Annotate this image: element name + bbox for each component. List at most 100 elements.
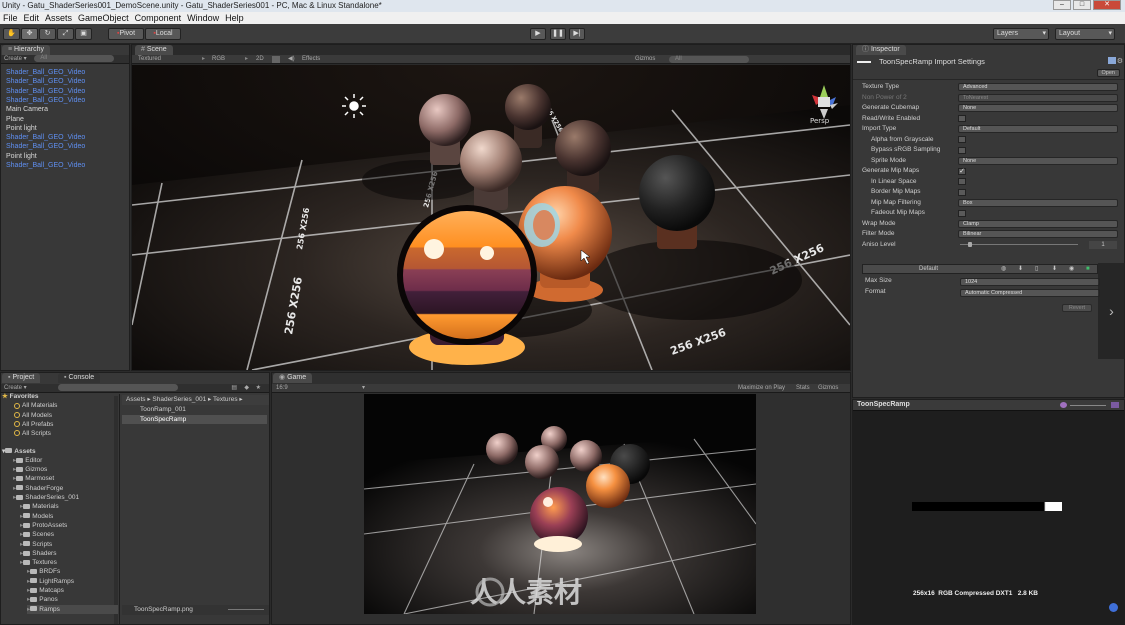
- render-mode-dropdown[interactable]: RGB: [212, 55, 225, 64]
- folder-item[interactable]: ▸ BRDFs: [27, 567, 60, 576]
- layers-dropdown[interactable]: Layers ▾: [993, 28, 1049, 40]
- tab-hierarchy[interactable]: ≡ Hierarchy: [2, 45, 50, 55]
- maximize-button[interactable]: □: [1073, 0, 1091, 10]
- hierarchy-create-button[interactable]: Create: [1, 56, 22, 62]
- tab-inspector[interactable]: ⓘ Inspector: [856, 45, 906, 55]
- folder-item[interactable]: ▸ LightRamps: [27, 577, 74, 586]
- asset-file-item[interactable]: ToonSpecRamp: [122, 414, 267, 424]
- folder-item[interactable]: ▸ Scenes: [20, 530, 54, 539]
- help-icon[interactable]: [1108, 57, 1116, 64]
- open-button[interactable]: Open: [1096, 69, 1120, 77]
- menu-window[interactable]: Window: [184, 12, 222, 24]
- play-button[interactable]: ▶: [530, 28, 546, 40]
- hierarchy-item[interactable]: Shader_Ball_GEO_Video: [6, 161, 85, 170]
- tab-game[interactable]: ◉ Game: [273, 373, 313, 383]
- settings-gear-icon[interactable]: ⚙: [1117, 57, 1123, 65]
- tab-default-platform[interactable]: Default: [919, 265, 938, 274]
- tree-scrollbar[interactable]: [114, 396, 118, 624]
- hierarchy-item[interactable]: Point light: [6, 152, 37, 161]
- inspector-dropdown[interactable]: None: [958, 156, 1118, 165]
- tab-console[interactable]: ▪ Console: [58, 373, 101, 383]
- project-search-input[interactable]: [58, 384, 179, 391]
- filter-label-icon[interactable]: ◆: [244, 384, 249, 393]
- inspector-dropdown[interactable]: Default: [958, 125, 1118, 133]
- hierarchy-item[interactable]: Point light: [6, 124, 37, 133]
- asset-label-icon[interactable]: [1109, 603, 1118, 612]
- mip-icon[interactable]: [1111, 402, 1119, 408]
- local-toggle[interactable]: ▪Local: [145, 28, 181, 40]
- aspect-dropdown[interactable]: 16:9: [276, 384, 288, 393]
- icon-size-slider[interactable]: [228, 609, 264, 610]
- pause-button[interactable]: ❚❚: [550, 28, 566, 40]
- folder-item[interactable]: ▸ Editor: [13, 456, 42, 465]
- hierarchy-item[interactable]: Shader_Ball_GEO_Video: [6, 87, 85, 96]
- folder-item[interactable]: ▸ ShaderSeries_001: [13, 493, 79, 502]
- breadcrumb-item-textures[interactable]: Textures: [213, 396, 238, 403]
- inspector-checkbox[interactable]: ✓: [958, 167, 966, 175]
- inspector-dropdown[interactable]: ToNearest: [958, 93, 1118, 102]
- channel-toggle-icon[interactable]: [1060, 402, 1067, 408]
- menu-component[interactable]: Component: [132, 12, 185, 24]
- folder-item[interactable]: ▸ Shaders: [20, 549, 56, 558]
- inspector-dropdown[interactable]: None: [958, 104, 1118, 112]
- game-viewport[interactable]: 人人素材: [364, 394, 756, 614]
- hierarchy-item[interactable]: Shader_Ball_GEO_Video: [6, 96, 85, 105]
- menu-file[interactable]: File: [0, 12, 21, 24]
- hierarchy-item[interactable]: Shader_Ball_GEO_Video: [6, 77, 85, 86]
- asset-file-item[interactable]: ToonRamp_001: [122, 405, 267, 414]
- inspector-checkbox[interactable]: [958, 115, 966, 122]
- project-create-button[interactable]: Create: [1, 385, 22, 391]
- slider-thumb[interactable]: [968, 241, 972, 247]
- folder-item[interactable]: ▸ Gizmos: [13, 465, 47, 474]
- folder-item[interactable]: ▸ Ramps: [27, 604, 118, 614]
- lighting-toggle-icon[interactable]: [272, 56, 280, 63]
- breadcrumb-item-assets[interactable]: Assets: [126, 396, 146, 403]
- inspector-dropdown[interactable]: Bilinear: [958, 230, 1118, 238]
- standalone-platform-icon[interactable]: ⬇: [1018, 265, 1023, 274]
- flash-platform-icon[interactable]: ◉: [1069, 265, 1074, 274]
- rotate-tool-icon[interactable]: ↻: [39, 28, 56, 40]
- hierarchy-item[interactable]: Shader_Ball_GEO_Video: [6, 68, 85, 77]
- game-gizmos-dropdown[interactable]: Gizmos: [818, 384, 838, 393]
- tab-project[interactable]: ▪ Project: [2, 373, 41, 383]
- favorite-item[interactable]: All Materials: [14, 401, 57, 410]
- folder-item[interactable]: ▸ Panos: [27, 595, 58, 604]
- hierarchy-item[interactable]: Plane: [6, 115, 24, 124]
- web-platform-icon[interactable]: ◍: [1001, 265, 1006, 274]
- layout-dropdown[interactable]: Layout ▾: [1055, 28, 1115, 40]
- folder-item[interactable]: ▸ Scripts: [20, 540, 52, 549]
- filter-type-icon[interactable]: ▤: [231, 384, 237, 393]
- favorite-star-icon[interactable]: ★: [256, 384, 261, 393]
- hierarchy-item[interactable]: Shader_Ball_GEO_Video: [6, 133, 85, 142]
- inspector-checkbox[interactable]: [958, 146, 966, 154]
- hand-tool-icon[interactable]: ✋: [3, 28, 20, 40]
- hierarchy-item[interactable]: Shader_Ball_GEO_Video: [6, 142, 85, 151]
- tab-scene[interactable]: # Scene: [135, 45, 173, 55]
- aniso-slider[interactable]: [960, 241, 1078, 247]
- audio-toggle-icon[interactable]: ◀): [288, 55, 295, 64]
- menu-assets[interactable]: Assets: [42, 12, 75, 24]
- inspector-dropdown[interactable]: Advanced: [958, 83, 1118, 91]
- inspector-checkbox[interactable]: [958, 136, 966, 143]
- minimize-button[interactable]: –: [1053, 0, 1071, 10]
- android-platform-icon[interactable]: ⬇: [1052, 265, 1057, 274]
- folder-item[interactable]: ▸ Matcaps: [27, 586, 64, 595]
- folder-item[interactable]: ▸ ProtoAssets: [20, 521, 67, 530]
- menu-help[interactable]: Help: [222, 12, 247, 24]
- menu-edit[interactable]: Edit: [21, 12, 43, 24]
- menu-gameobject[interactable]: GameObject: [75, 12, 132, 24]
- folder-item[interactable]: ▸ Models: [20, 512, 53, 521]
- close-button[interactable]: ✕: [1093, 0, 1121, 10]
- shading-mode-dropdown[interactable]: Textured: [138, 55, 161, 64]
- aniso-value-field[interactable]: 1: [1089, 240, 1117, 249]
- favorite-item[interactable]: All Scripts: [14, 429, 51, 438]
- rect-tool-icon[interactable]: ▣: [75, 28, 92, 40]
- folder-item[interactable]: ▸ Materials: [20, 502, 59, 511]
- breadcrumb-item-shaderseries[interactable]: ShaderSeries_001: [152, 396, 206, 403]
- max-size-dropdown[interactable]: 1024: [960, 278, 1100, 286]
- mobile-platform-icon[interactable]: ▯: [1035, 265, 1038, 274]
- folder-item[interactable]: ▸ Textures: [20, 558, 57, 567]
- effects-dropdown[interactable]: Effects: [302, 55, 320, 64]
- step-button[interactable]: ▶|: [569, 28, 585, 40]
- format-dropdown[interactable]: Automatic Compressed: [960, 289, 1100, 297]
